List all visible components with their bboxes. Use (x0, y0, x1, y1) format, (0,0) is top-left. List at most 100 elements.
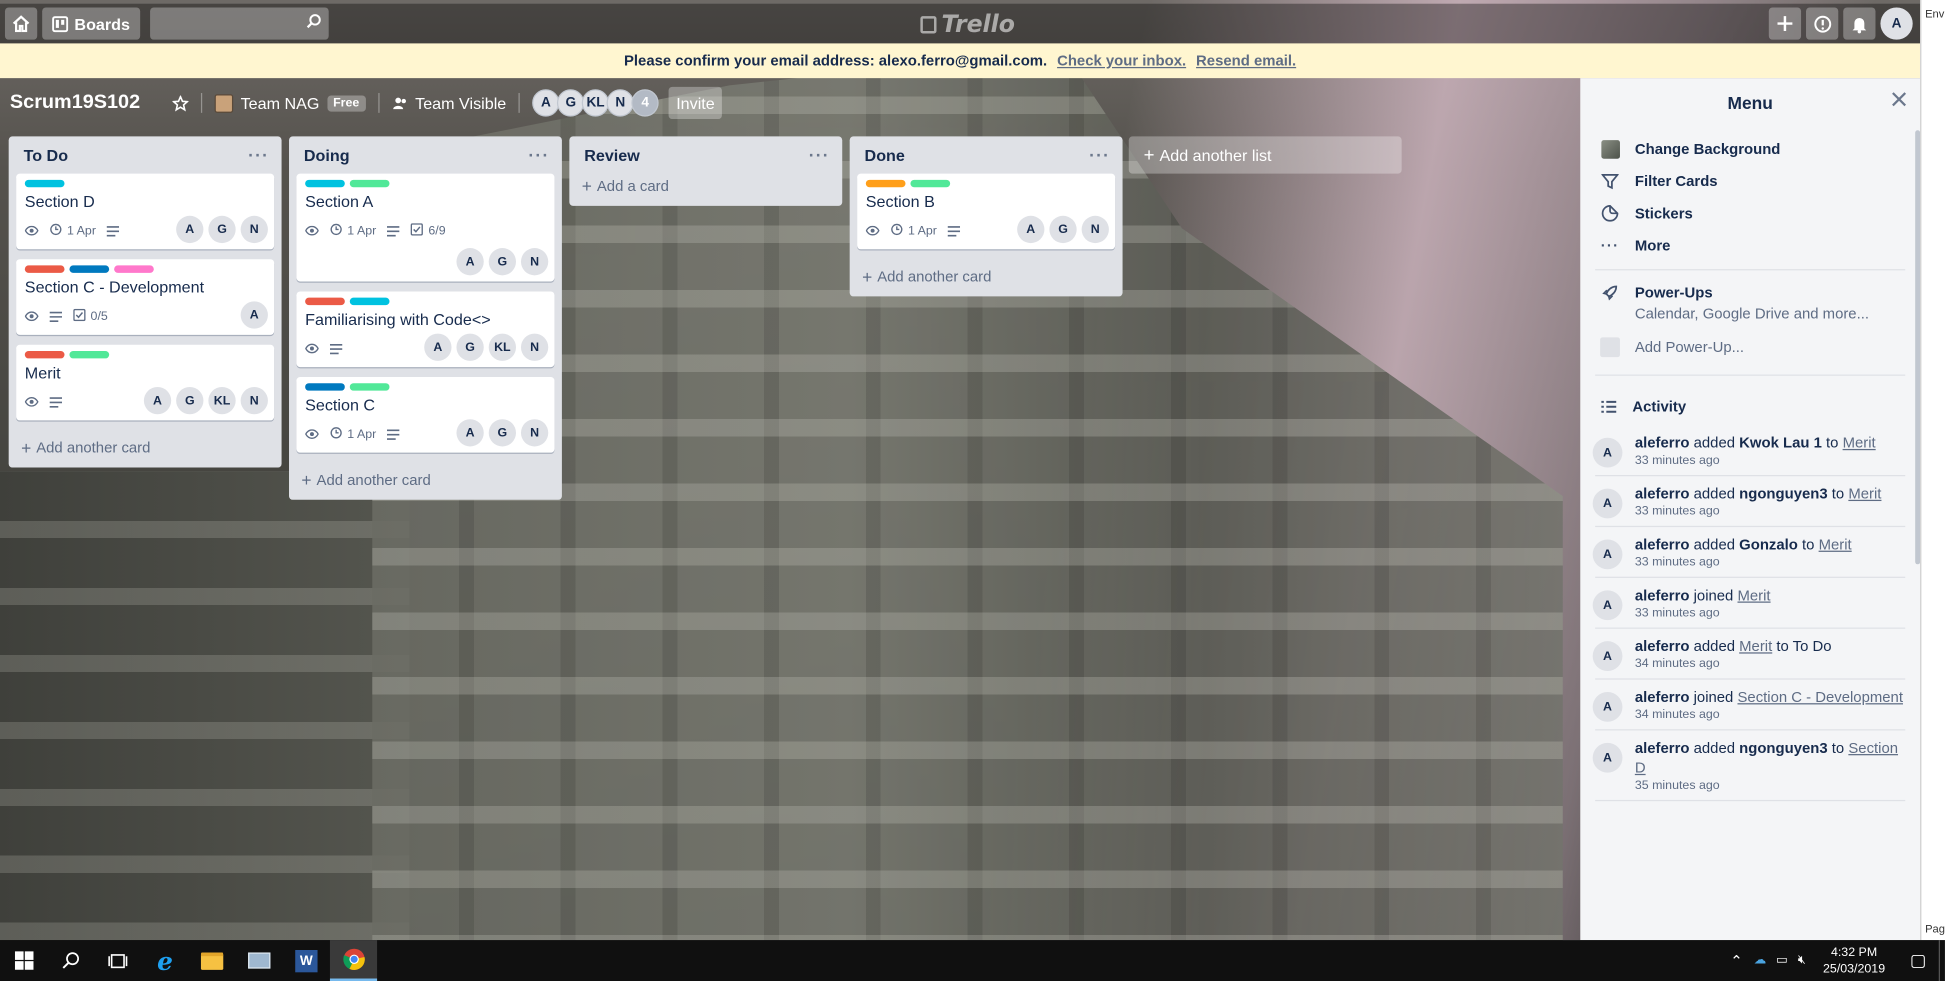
card-label[interactable] (910, 179, 951, 188)
card-member-avatar[interactable]: N (520, 333, 549, 361)
add-card-button[interactable]: + Add a card (577, 174, 835, 196)
home-button[interactable] (4, 7, 38, 40)
board-member-avatar[interactable]: KL (581, 89, 610, 117)
list-menu-icon[interactable]: ··· (248, 145, 269, 165)
activity-avatar[interactable]: A (1592, 437, 1623, 468)
network-icon[interactable]: ▭ (1771, 954, 1793, 968)
activity-user[interactable]: aleferro (1635, 637, 1690, 654)
menu-item-stickers[interactable]: Stickers (1580, 197, 1920, 229)
card[interactable]: Section A 1 Apr 6/9 A G N (296, 173, 555, 282)
task-view-button[interactable] (94, 940, 141, 981)
card[interactable]: Section B 1 Apr A G N (857, 173, 1116, 250)
taskbar-app[interactable] (236, 940, 283, 981)
board-member-avatar[interactable]: N (606, 89, 635, 117)
chevron-up-icon[interactable]: ⌃ (1724, 952, 1749, 969)
taskbar-chrome[interactable] (329, 940, 378, 981)
clock[interactable]: 4:32 PM 25/03/2019 (1811, 944, 1898, 976)
card-member-avatar[interactable]: KL (488, 333, 517, 361)
card-member-avatar[interactable]: G (1049, 215, 1077, 244)
card-label[interactable] (24, 179, 65, 188)
card-member-avatar[interactable]: G (456, 333, 484, 361)
card-label[interactable] (69, 265, 110, 273)
boards-button[interactable]: Boards (42, 7, 140, 40)
card-label[interactable] (865, 179, 906, 188)
board-title[interactable]: Scrum19S102 (10, 92, 140, 114)
card-member-avatar[interactable]: A (143, 386, 172, 415)
activity-user[interactable]: aleferro (1635, 434, 1690, 451)
activity-user[interactable]: aleferro (1635, 587, 1690, 604)
menu-item-filter-cards[interactable]: Filter Cards (1580, 165, 1920, 197)
activity-avatar[interactable]: A (1592, 742, 1623, 773)
card[interactable]: Section C - Development 0/5 A (16, 259, 275, 335)
list-menu-icon[interactable]: ··· (528, 145, 549, 165)
list-title[interactable]: Doing (304, 146, 350, 165)
resend-email-link[interactable]: Resend email. (1196, 52, 1296, 69)
activity-object[interactable]: ngonguyen3 (1739, 485, 1827, 502)
list-menu-icon[interactable]: ··· (1089, 145, 1110, 165)
add-list-button[interactable]: + Add another list (1128, 136, 1402, 174)
menu-item-more[interactable]: ··· More (1580, 229, 1920, 261)
info-button[interactable] (1806, 7, 1839, 40)
user-avatar[interactable]: A (1880, 7, 1913, 40)
card-label[interactable] (305, 297, 345, 306)
card-label[interactable] (349, 383, 390, 391)
card-member-avatar[interactable]: G (488, 248, 517, 276)
card[interactable]: Familiarising with Code<> A G KL N (296, 291, 555, 368)
onedrive-icon[interactable]: ☁ (1749, 954, 1771, 968)
team-button[interactable]: Team NAG Free (205, 87, 376, 119)
create-button[interactable] (1768, 7, 1802, 40)
card-member-avatar[interactable]: N (240, 215, 268, 244)
card-member-avatar[interactable]: G (208, 215, 236, 244)
activity-target-link[interactable]: Merit (1739, 637, 1772, 654)
activity-object[interactable]: Kwok Lau 1 (1739, 434, 1822, 451)
activity-user[interactable]: aleferro (1635, 536, 1690, 553)
add-card-button[interactable]: + Add another card (296, 463, 554, 490)
list-title[interactable]: Done (865, 146, 905, 165)
show-desktop-button[interactable] (1938, 940, 1945, 981)
activity-object[interactable]: ngonguyen3 (1739, 739, 1827, 756)
card-member-avatar[interactable]: A (176, 215, 204, 244)
add-power-up-button[interactable]: Add Power-Up... (1580, 327, 1920, 367)
notifications-button[interactable] (1843, 7, 1876, 40)
card-label[interactable] (24, 350, 65, 359)
volume-muted-icon[interactable]: 🔇︎ (1793, 954, 1811, 968)
check-inbox-link[interactable]: Check your inbox. (1057, 52, 1186, 69)
activity-target-link[interactable]: Section C - Development (1737, 688, 1902, 705)
card-member-avatar[interactable]: KL (208, 386, 236, 415)
card-label[interactable] (349, 297, 390, 306)
activity-target-link[interactable]: Merit (1819, 536, 1852, 553)
card-member-avatar[interactable]: N (1081, 215, 1109, 244)
menu-item-change-background[interactable]: Change Background (1580, 133, 1920, 165)
invite-button[interactable]: Invite (668, 86, 723, 120)
board-member-avatar[interactable]: A (532, 89, 560, 117)
card-member-avatar[interactable]: A (456, 419, 484, 447)
card-member-avatar[interactable]: A (1017, 215, 1045, 244)
start-button[interactable] (0, 940, 47, 981)
trello-logo[interactable]: Trello (920, 11, 1015, 38)
activity-avatar[interactable]: A (1592, 539, 1623, 570)
add-card-button[interactable]: + Add another card (16, 430, 274, 458)
card-label[interactable] (24, 265, 65, 273)
card-label[interactable] (305, 179, 345, 188)
add-card-button[interactable]: + Add another card (857, 259, 1115, 287)
activity-target-link[interactable]: Merit (1737, 587, 1770, 604)
card-member-avatar[interactable]: N (520, 248, 549, 276)
taskbar-search-button[interactable] (47, 940, 94, 981)
power-ups-section[interactable]: Power-Ups Calendar, Google Drive and mor… (1580, 278, 1920, 328)
taskbar-word[interactable]: W (283, 940, 330, 981)
card[interactable]: Section C 1 Apr A G N (296, 377, 555, 453)
card-label[interactable] (305, 383, 345, 391)
card-member-avatar[interactable]: A (424, 333, 452, 361)
card-label[interactable] (349, 179, 390, 188)
taskbar-internet-explorer[interactable]: e (141, 940, 188, 981)
card-member-avatar[interactable]: G (176, 386, 204, 415)
visibility-button[interactable]: Team Visible (382, 87, 517, 119)
card[interactable]: Merit A G KL N (16, 344, 275, 421)
activity-object[interactable]: Gonzalo (1739, 536, 1798, 553)
card-member-avatar[interactable]: G (488, 419, 517, 447)
activity-user[interactable]: aleferro (1635, 688, 1690, 705)
card[interactable]: Section D 1 Apr A G N (16, 173, 275, 250)
activity-avatar[interactable]: A (1592, 692, 1623, 722)
action-center-icon[interactable]: ▢ (1898, 950, 1939, 971)
activity-user[interactable]: aleferro (1635, 739, 1690, 756)
